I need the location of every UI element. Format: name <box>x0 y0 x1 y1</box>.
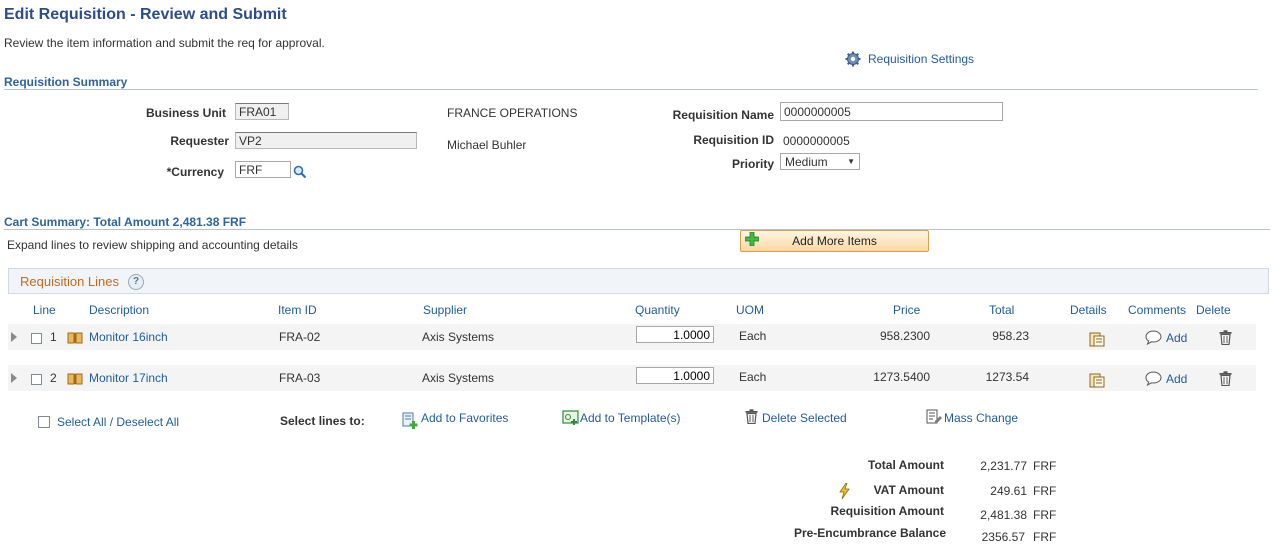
help-icon[interactable]: ? <box>128 274 144 290</box>
mass-change-icon[interactable] <box>926 409 943 426</box>
col-price[interactable]: Price <box>893 303 920 317</box>
row-uom: Each <box>739 370 767 384</box>
total-amount-value: 2,231.77 <box>980 459 1027 473</box>
gear-icon <box>845 51 861 67</box>
row-quantity-input[interactable] <box>636 326 714 343</box>
cart-divider <box>4 229 1270 230</box>
requisition-settings-label[interactable]: Requisition Settings <box>868 52 974 66</box>
add-more-items-button[interactable]: Add More Items <box>740 230 929 252</box>
comment-bubble-icon[interactable] <box>1145 371 1162 386</box>
pre-encumbrance-label: Pre-Encumbrance Balance <box>793 526 946 540</box>
requisition-name-label: Requisition Name <box>672 108 774 122</box>
row-total: 1273.54 <box>985 370 1029 384</box>
trash-icon[interactable] <box>1219 330 1232 345</box>
page-title: Edit Requisition - Review and Submit <box>4 6 287 23</box>
row-line-number: 1 <box>50 330 57 344</box>
row-checkbox[interactable] <box>31 333 42 344</box>
plus-icon <box>745 232 759 246</box>
details-icon[interactable] <box>1089 331 1105 347</box>
row-checkbox[interactable] <box>31 374 42 385</box>
row-item-id: FRA-03 <box>279 371 321 385</box>
vat-amount-value: 249.61 <box>990 484 1027 498</box>
row-supplier: Axis Systems <box>422 371 495 385</box>
table-row <box>8 365 1256 391</box>
col-comments: Comments <box>1128 303 1187 317</box>
expand-row-icon[interactable] <box>11 332 17 342</box>
catalog-book-icon <box>67 373 83 385</box>
select-lines-to-label: Select lines to: <box>280 414 365 428</box>
currency-label: *Currency <box>166 165 224 179</box>
select-all-checkbox[interactable] <box>38 416 50 428</box>
requisition-amount-label: Requisition Amount <box>830 504 944 518</box>
business-unit-label: Business Unit <box>145 106 226 120</box>
business-unit-field[interactable] <box>235 103 289 120</box>
add-more-items-label: Add More Items <box>792 234 877 248</box>
delete-selected-link[interactable]: Delete Selected <box>762 411 847 425</box>
cart-summary-title: Cart Summary: Total Amount 2,481.38 FRF <box>4 215 247 229</box>
requisition-name-field[interactable] <box>780 102 1003 121</box>
pre-encumbrance-link[interactable]: 2356.57 <box>960 530 1025 544</box>
row-total: 958.23 <box>992 329 1029 343</box>
row-description-link[interactable]: Monitor 17inch <box>89 371 168 385</box>
expand-lines-text: Expand lines to review shipping and acco… <box>7 238 298 252</box>
select-all-link[interactable]: Select All / Deselect All <box>57 415 179 429</box>
row-comment-add-link[interactable]: Add <box>1166 372 1187 386</box>
priority-label: Priority <box>731 157 774 171</box>
col-uom[interactable]: UOM <box>736 303 764 317</box>
col-item-id[interactable]: Item ID <box>278 303 317 317</box>
trash-icon[interactable] <box>1219 371 1232 386</box>
col-quantity[interactable]: Quantity <box>635 303 680 317</box>
priority-value: Medium <box>785 154 828 169</box>
row-description-link[interactable]: Monitor 16inch <box>89 330 168 344</box>
requisition-id-value: 0000000005 <box>783 134 850 148</box>
lookup-icon[interactable] <box>293 165 307 179</box>
total-amount-label: Total Amount <box>868 458 944 472</box>
vat-amount-label: VAT Amount <box>873 483 944 497</box>
row-line-number: 2 <box>50 371 57 385</box>
business-unit-description: FRANCE OPERATIONS <box>447 106 578 120</box>
col-supplier[interactable]: Supplier <box>423 303 467 317</box>
add-template-icon[interactable] <box>562 410 580 426</box>
requester-label: Requester <box>170 134 229 148</box>
requisition-lines-header: Requisition Lines ? <box>8 268 1269 294</box>
mass-change-link[interactable]: Mass Change <box>944 411 1018 425</box>
currency-field[interactable] <box>235 161 291 178</box>
details-icon[interactable] <box>1089 372 1105 388</box>
requisition-summary-title: Requisition Summary <box>4 75 128 89</box>
row-price: 958.2300 <box>879 329 930 343</box>
page-subtitle: Review the item information and submit t… <box>4 36 325 50</box>
add-to-templates-link[interactable]: Add to Template(s) <box>580 411 681 425</box>
comment-bubble-icon[interactable] <box>1145 330 1162 345</box>
col-description[interactable]: Description <box>89 303 149 317</box>
add-favorites-icon[interactable] <box>402 412 419 429</box>
dropdown-arrow-icon: ▼ <box>847 157 855 166</box>
vat-amount-currency: FRF <box>1033 484 1057 498</box>
row-comment-add-link[interactable]: Add <box>1166 331 1187 345</box>
col-total[interactable]: Total <box>989 303 1014 317</box>
total-amount-currency: FRF <box>1033 459 1057 473</box>
trash-icon[interactable] <box>745 409 758 424</box>
summary-divider <box>4 89 1258 90</box>
row-quantity-input[interactable] <box>636 367 714 384</box>
requester-field[interactable] <box>235 132 417 149</box>
col-line[interactable]: Line <box>33 303 56 317</box>
requisition-lines-title: Requisition Lines <box>20 274 120 289</box>
col-details: Details <box>1070 303 1107 317</box>
expand-row-icon[interactable] <box>11 373 17 383</box>
requisition-id-label: Requisition ID <box>693 133 774 147</box>
requisition-amount-currency: FRF <box>1033 508 1057 522</box>
row-uom: Each <box>739 329 767 343</box>
row-price: 1273.5400 <box>873 370 930 384</box>
col-delete: Delete <box>1196 303 1231 317</box>
table-row <box>8 324 1256 350</box>
add-to-favorites-link[interactable]: Add to Favorites <box>421 411 508 425</box>
priority-select[interactable]: Medium ▼ <box>780 153 860 170</box>
requisition-amount-value: 2,481.38 <box>980 508 1027 522</box>
row-item-id: FRA-02 <box>279 330 321 344</box>
row-supplier: Axis Systems <box>422 330 495 344</box>
requisition-settings-link[interactable]: Requisition Settings <box>845 51 974 67</box>
requester-name: Michael Buhler <box>447 138 527 152</box>
catalog-book-icon <box>67 332 83 344</box>
pre-encumbrance-currency: FRF <box>1033 530 1057 544</box>
